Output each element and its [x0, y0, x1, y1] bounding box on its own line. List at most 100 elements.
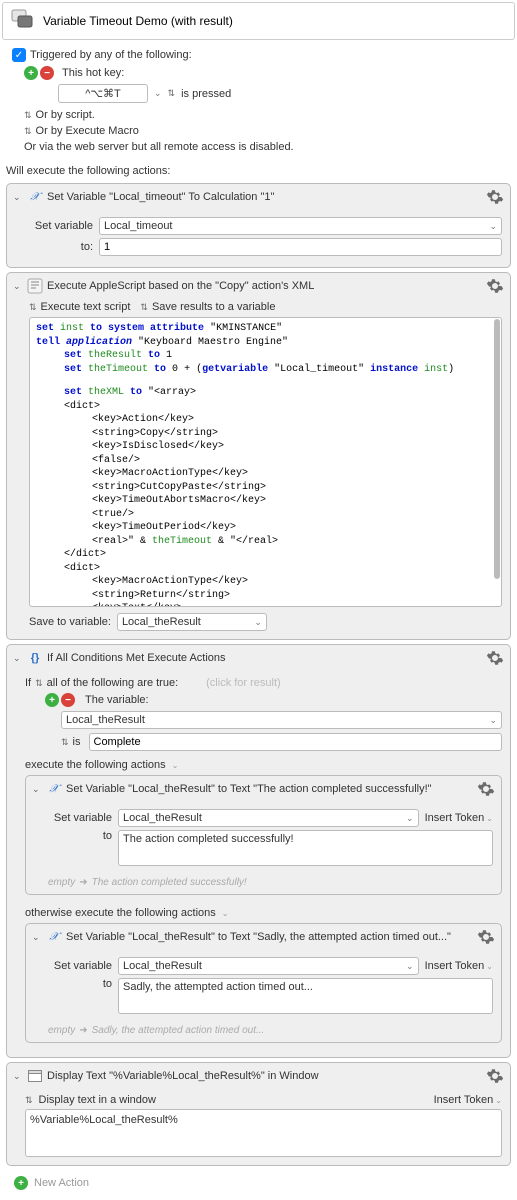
empty-result: The action completed successfully!: [92, 877, 247, 888]
variable-name-combo[interactable]: Local_timeout⌄: [99, 217, 502, 235]
disclosure-icon[interactable]: ⌄: [13, 1071, 23, 1082]
save-to-label: Save to variable:: [29, 616, 111, 628]
script-type-stepper-icon[interactable]: ⇅: [29, 302, 37, 313]
macro-header: [2, 2, 515, 40]
hotkey-popup-icon[interactable]: ⌄: [154, 88, 162, 99]
add-trigger-button[interactable]: +: [24, 66, 38, 80]
hotkey-field[interactable]: ^⌥⌘T: [58, 84, 148, 103]
click-for-result-label[interactable]: (click for result): [206, 677, 281, 689]
braces-icon: {}: [27, 650, 43, 666]
to-label: to:: [29, 241, 93, 253]
empty-label: empty: [48, 1025, 75, 1036]
triggers-section: ✓ Triggered by any of the following: + −…: [0, 42, 517, 159]
to-value-input[interactable]: [99, 238, 502, 256]
remove-condition-button[interactable]: −: [61, 693, 75, 707]
applescript-icon: [27, 278, 43, 294]
execute-text-script-label: Execute text script: [41, 301, 131, 313]
to-value-input[interactable]: Sadly, the attempted action timed out...: [118, 978, 493, 1014]
else-action-set-variable[interactable]: ⌄ 𝒳 Set Variable "Local_theResult" to Te…: [25, 923, 502, 1043]
insert-token-button[interactable]: Insert Token⌄: [434, 1094, 502, 1106]
display-label: Display text in a window: [39, 1094, 156, 1106]
set-variable-label: Set variable: [48, 960, 112, 972]
gear-icon[interactable]: [486, 1067, 504, 1085]
hotkey-label: This hot key:: [62, 67, 124, 79]
set-variable-label: Set variable: [29, 220, 93, 232]
script-stepper-icon[interactable]: ⇅: [24, 110, 32, 121]
action-title: Set Variable "Local_timeout" To Calculat…: [47, 191, 482, 203]
variable-name-combo[interactable]: Local_theResult⌄: [118, 957, 419, 975]
action-set-variable-timeout[interactable]: ⌄ 𝒳 Set Variable "Local_timeout" To Calc…: [6, 183, 511, 268]
action-display-text[interactable]: ⌄ Display Text "%Variable%Local_theResul…: [6, 1062, 511, 1166]
hotkey-row: ^⌥⌘T ⌄ ⇅ is pressed: [8, 80, 509, 107]
script-textarea[interactable]: set inst to system attribute "KMINSTANCE…: [29, 317, 502, 607]
display-text-textarea[interactable]: %Variable%Local_theResult%: [25, 1109, 502, 1157]
variable-icon: 𝒳: [46, 781, 62, 797]
to-label: to: [48, 978, 112, 990]
save-to-variable-combo[interactable]: Local_theResult⌄: [117, 613, 267, 631]
disclosure-icon[interactable]: ⌄: [32, 784, 42, 795]
empty-result: Sadly, the attempted action timed out...: [92, 1025, 265, 1036]
action-if-conditions[interactable]: ⌄ {} If All Conditions Met Execute Actio…: [6, 644, 511, 1058]
action-title: Set Variable "Local_theResult" to Text "…: [66, 783, 473, 795]
window-icon: [27, 1068, 43, 1084]
all-following-label: all of the following are true:: [47, 677, 178, 689]
arrow-right-icon: ➜: [79, 1025, 87, 1036]
macro-stepper-icon[interactable]: ⇅: [24, 126, 32, 137]
add-action-button[interactable]: +: [14, 1176, 28, 1190]
variable-icon: 𝒳: [27, 189, 43, 205]
gear-icon[interactable]: [486, 277, 504, 295]
then-action-set-variable[interactable]: ⌄ 𝒳 Set Variable "Local_theResult" to Te…: [25, 775, 502, 895]
is-pressed-stepper-icon[interactable]: ⇅: [168, 88, 176, 99]
variable-icon: 𝒳: [46, 929, 62, 945]
add-condition-button[interactable]: +: [45, 693, 59, 707]
disclosure-icon[interactable]: ⌄: [13, 281, 23, 292]
arrow-right-icon: ➜: [79, 877, 87, 888]
is-pressed-label: is pressed: [181, 88, 231, 100]
display-mode-stepper-icon[interactable]: ⇅: [25, 1095, 33, 1106]
action-title: Set Variable "Local_theResult" to Text "…: [66, 931, 473, 943]
if-mode-stepper-icon[interactable]: ⇅: [35, 678, 43, 689]
gear-icon[interactable]: [477, 780, 495, 798]
action-execute-applescript[interactable]: ⌄ Execute AppleScript based on the "Copy…: [6, 272, 511, 640]
or-via-web: Or via the web server but all remote acc…: [24, 141, 294, 153]
to-label: to: [48, 830, 112, 842]
insert-token-button[interactable]: Insert Token⌄: [425, 960, 493, 972]
is-value-input[interactable]: [89, 733, 503, 751]
new-action-row[interactable]: + New Action: [0, 1170, 517, 1200]
or-by-script: Or by script.: [36, 109, 95, 121]
trigger-header-label: Triggered by any of the following:: [30, 49, 192, 61]
will-execute-label: Will execute the following actions:: [0, 159, 517, 179]
chevron-down-icon[interactable]: ⌄: [222, 909, 229, 918]
new-action-label: New Action: [34, 1177, 89, 1189]
execute-actions-label: execute the following actions: [25, 759, 166, 771]
gear-icon[interactable]: [486, 188, 504, 206]
or-by-macro: Or by Execute Macro: [36, 125, 139, 137]
is-label: is: [73, 736, 81, 748]
add-remove-triggers: + −: [24, 66, 54, 80]
action-title: If All Conditions Met Execute Actions: [47, 652, 482, 664]
macro-title-input[interactable]: [43, 14, 508, 28]
disclosure-icon[interactable]: ⌄: [13, 192, 23, 203]
disclosure-icon[interactable]: ⌄: [13, 653, 23, 664]
action-title: Execute AppleScript based on the "Copy" …: [47, 280, 482, 292]
to-value-input[interactable]: The action completed successfully!: [118, 830, 493, 866]
save-results-label: Save results to a variable: [152, 301, 276, 313]
insert-token-button[interactable]: Insert Token⌄: [425, 812, 493, 824]
is-stepper-icon[interactable]: ⇅: [61, 737, 69, 748]
save-mode-stepper-icon[interactable]: ⇅: [140, 302, 148, 313]
trigger-header: ✓ Triggered by any of the following:: [8, 46, 509, 64]
action-title: Display Text "%Variable%Local_theResult%…: [47, 1070, 482, 1082]
if-label: If: [25, 677, 31, 689]
trigger-enabled-checkbox[interactable]: ✓: [12, 48, 26, 62]
gear-icon[interactable]: [486, 649, 504, 667]
empty-label: empty: [48, 877, 75, 888]
chevron-down-icon[interactable]: ⌄: [172, 761, 179, 770]
disclosure-icon[interactable]: ⌄: [32, 932, 42, 943]
remove-trigger-button[interactable]: −: [40, 66, 54, 80]
gear-icon[interactable]: [477, 928, 495, 946]
otherwise-label: otherwise execute the following actions: [25, 907, 216, 919]
scrollbar[interactable]: [494, 319, 500, 579]
macro-icon: [9, 7, 37, 35]
condition-variable-combo[interactable]: Local_theResult⌄: [61, 711, 502, 729]
variable-name-combo[interactable]: Local_theResult⌄: [118, 809, 419, 827]
